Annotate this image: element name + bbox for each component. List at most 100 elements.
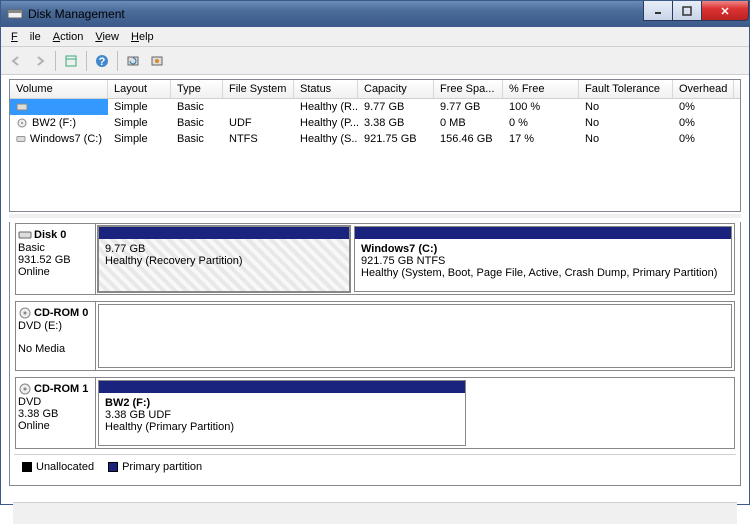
volume-status: Healthy (P... (294, 115, 358, 131)
legend-primary: Primary partition (108, 461, 202, 473)
volume-overhead: 0% (673, 99, 734, 115)
volume-layout: Simple (108, 99, 171, 115)
volume-status: Healthy (S... (294, 131, 358, 147)
legend: Unallocated Primary partition (14, 454, 736, 479)
back-button[interactable] (5, 50, 27, 72)
partition-name: Windows7 (C:) (361, 243, 725, 255)
svg-text:?: ? (99, 56, 106, 68)
volume-pct: 100 % (503, 99, 579, 115)
volume-row[interactable]: Windows7 (C:)SimpleBasicNTFSHealthy (S..… (10, 131, 740, 147)
volume-fs: NTFS (223, 131, 294, 147)
col-capacity[interactable]: Capacity (358, 80, 434, 98)
volume-fs (223, 99, 294, 115)
menu-file[interactable]: File (5, 29, 47, 45)
minimize-button[interactable] (643, 1, 673, 21)
col-overhead[interactable]: Overhead (673, 80, 734, 98)
col-freespace[interactable]: Free Spa... (434, 80, 503, 98)
volume-status: Healthy (R... (294, 99, 358, 115)
forward-button[interactable] (29, 50, 51, 72)
col-volume[interactable]: Volume (10, 80, 108, 98)
volume-fault: No (579, 115, 673, 131)
disk-size: 3.38 GB (18, 408, 93, 420)
disk-state: Online (18, 420, 93, 432)
partition-windows7[interactable]: Windows7 (C:) 921.75 GB NTFS Healthy (Sy… (354, 226, 732, 292)
partition-header (99, 381, 465, 393)
disk-row[interactable]: Disk 0 Basic 931.52 GB Online 9.77 GB He… (14, 222, 736, 296)
partition-size: 3.38 GB UDF (105, 409, 459, 421)
rescan-button[interactable] (146, 50, 168, 72)
disk-info: Disk 0 Basic 931.52 GB Online (15, 223, 95, 295)
disk-type: DVD (18, 396, 93, 408)
refresh-button[interactable] (122, 50, 144, 72)
volume-fault: No (579, 131, 673, 147)
maximize-button[interactable] (672, 1, 702, 21)
volume-header-row: Volume Layout Type File System Status Ca… (10, 80, 740, 99)
app-icon (7, 6, 23, 22)
status-bar (13, 502, 737, 524)
volume-name (10, 99, 108, 115)
partition-status: Healthy (Recovery Partition) (105, 255, 343, 267)
volume-name: Windows7 (C:) (10, 131, 108, 147)
no-media-area (98, 304, 732, 368)
volume-layout: Simple (108, 115, 171, 131)
volume-capacity: 921.75 GB (358, 131, 434, 147)
help-button[interactable]: ? (91, 50, 113, 72)
volume-name: BW2 (F:) (10, 115, 108, 131)
disk-icon (18, 228, 32, 242)
titlebar: Disk Management (1, 1, 749, 27)
volume-capacity: 9.77 GB (358, 99, 434, 115)
disk-row[interactable]: CD-ROM 0 DVD (E:) No Media (14, 300, 736, 372)
menu-help[interactable]: Help (125, 29, 160, 45)
menu-view[interactable]: View (89, 29, 125, 45)
partition-size: 921.75 GB NTFS (361, 255, 725, 267)
splitter[interactable] (9, 214, 741, 218)
volume-pct: 17 % (503, 131, 579, 147)
volume-layout: Simple (108, 131, 171, 147)
col-status[interactable]: Status (294, 80, 358, 98)
disk-title: Disk 0 (34, 229, 66, 241)
volume-row[interactable]: SimpleBasicHealthy (R...9.77 GB9.77 GB10… (10, 99, 740, 115)
properties-button[interactable] (60, 50, 82, 72)
disk-row[interactable]: CD-ROM 1 DVD 3.38 GB Online BW2 (F:) 3.3… (14, 376, 736, 450)
disk-state: Online (18, 266, 93, 278)
volume-fs: UDF (223, 115, 294, 131)
cdrom-icon (18, 306, 32, 320)
volume-overhead: 0% (673, 131, 734, 147)
disk-type: Basic (18, 242, 93, 254)
col-layout[interactable]: Layout (108, 80, 171, 98)
disk-graphical-view: Disk 0 Basic 931.52 GB Online 9.77 GB He… (9, 222, 741, 486)
disk-state: No Media (18, 343, 93, 355)
volume-type: Basic (171, 99, 223, 115)
col-type[interactable]: Type (171, 80, 223, 98)
disk-size: 931.52 GB (18, 254, 93, 266)
volume-fault: No (579, 99, 673, 115)
partition-size: 9.77 GB (105, 243, 343, 255)
volume-type: Basic (171, 115, 223, 131)
partition-bw2[interactable]: BW2 (F:) 3.38 GB UDF Healthy (Primary Pa… (98, 380, 466, 446)
menubar: File Action View Help (1, 27, 749, 47)
close-button[interactable] (701, 1, 749, 21)
partition-status: Healthy (Primary Partition) (105, 421, 459, 433)
disk-title: CD-ROM 0 (34, 307, 88, 319)
volume-overhead: 0% (673, 115, 734, 131)
partition-header (99, 227, 349, 239)
disk-info: CD-ROM 0 DVD (E:) No Media (15, 301, 95, 371)
volume-free: 9.77 GB (434, 99, 503, 115)
partition-name: BW2 (F:) (105, 397, 459, 409)
disk-type: DVD (E:) (18, 320, 93, 332)
menu-action[interactable]: Action (47, 29, 90, 45)
volume-list[interactable]: Volume Layout Type File System Status Ca… (9, 79, 741, 212)
col-fault[interactable]: Fault Tolerance (579, 80, 673, 98)
volume-free: 156.46 GB (434, 131, 503, 147)
col-pctfree[interactable]: % Free (503, 80, 579, 98)
volume-capacity: 3.38 GB (358, 115, 434, 131)
legend-unallocated: Unallocated (22, 461, 94, 473)
partition-recovery[interactable]: 9.77 GB Healthy (Recovery Partition) (97, 225, 351, 293)
volume-row[interactable]: BW2 (F:)SimpleBasicUDFHealthy (P...3.38 … (10, 115, 740, 131)
window-title: Disk Management (28, 7, 125, 21)
col-filesystem[interactable]: File System (223, 80, 294, 98)
volume-pct: 0 % (503, 115, 579, 131)
cdrom-icon (18, 382, 32, 396)
partition-status: Healthy (System, Boot, Page File, Active… (361, 267, 725, 279)
volume-free: 0 MB (434, 115, 503, 131)
